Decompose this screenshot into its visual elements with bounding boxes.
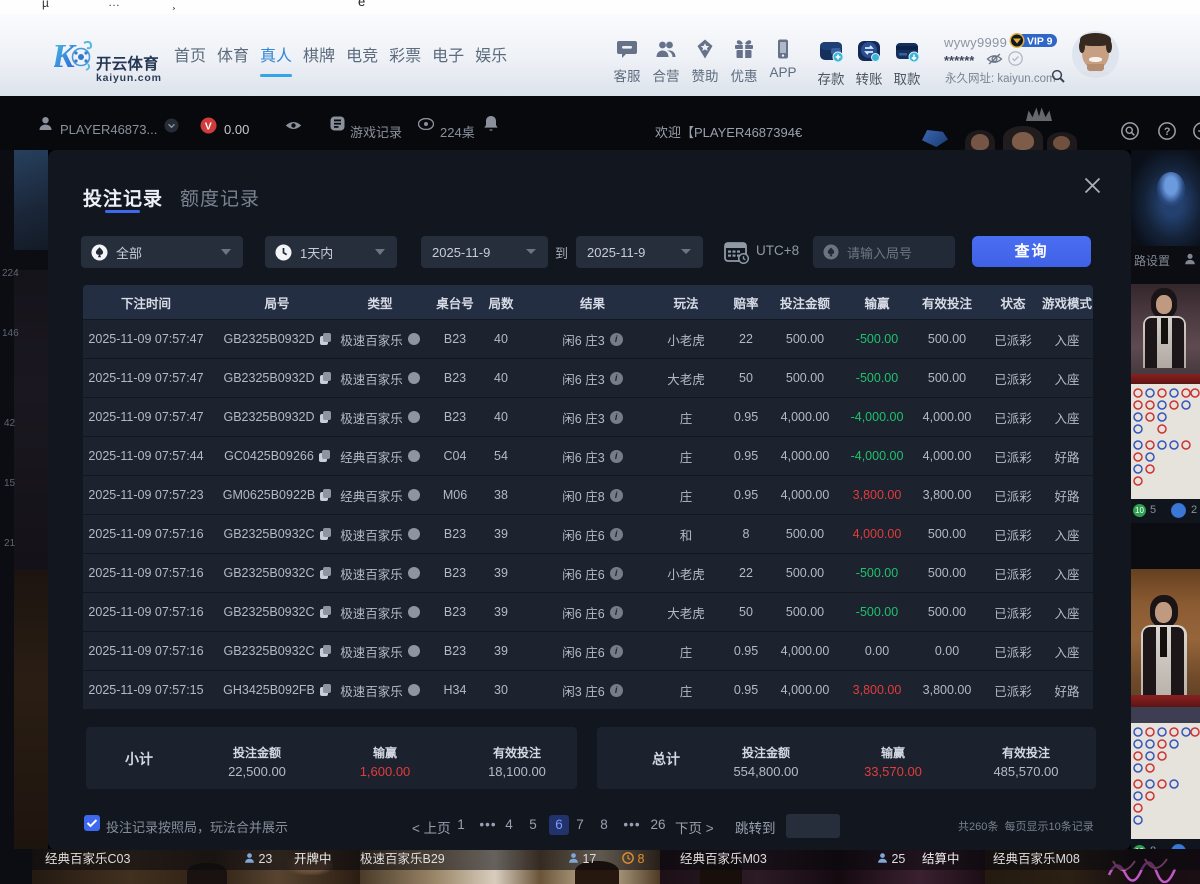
svg-text:VIP 9: VIP 9	[1027, 36, 1053, 48]
svg-text:V: V	[205, 121, 212, 133]
svg-text:?: ?	[1164, 126, 1171, 138]
